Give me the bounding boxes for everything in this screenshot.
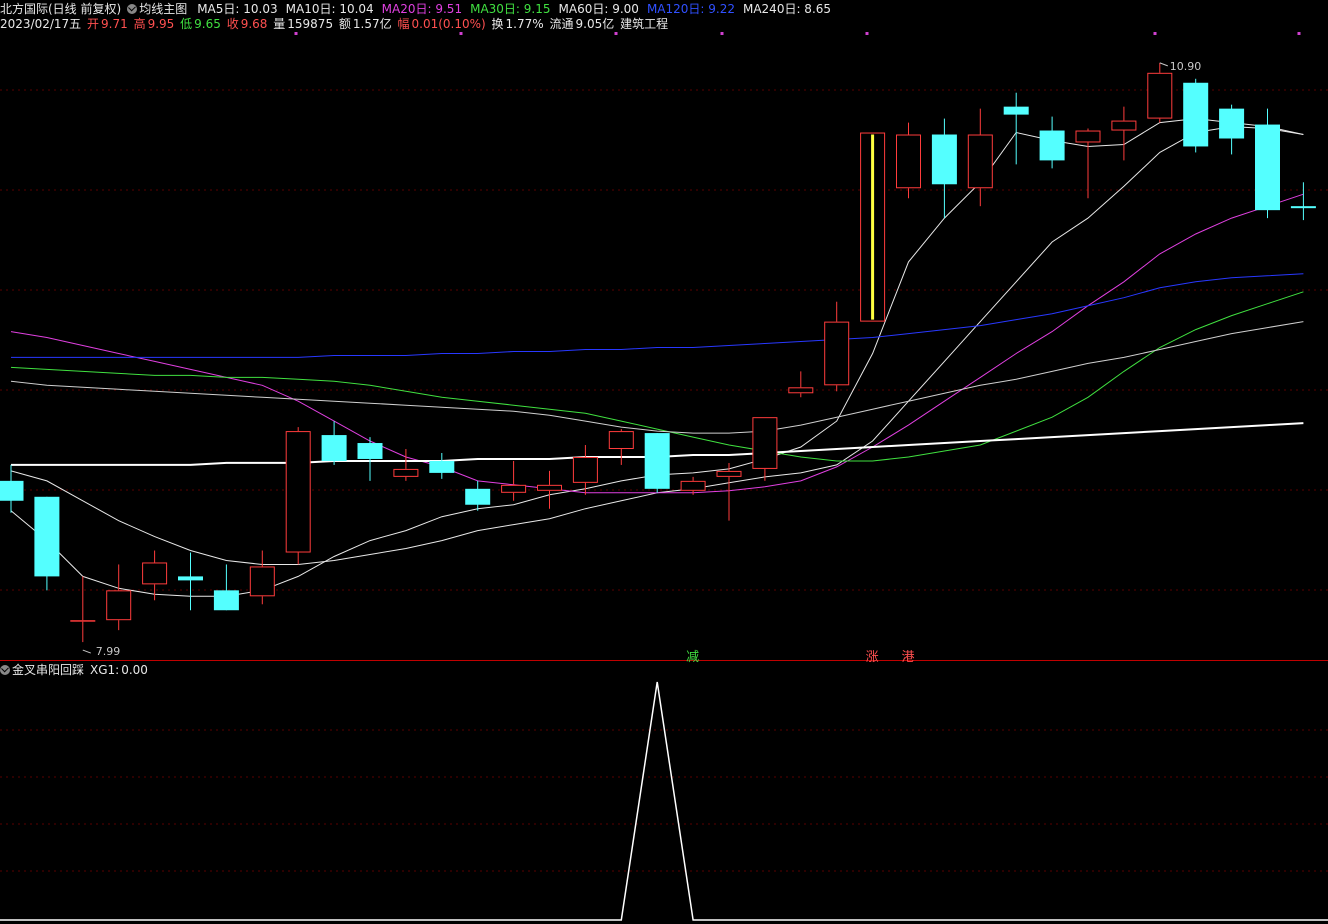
- min-price-label: 7.99: [96, 645, 121, 658]
- candle-body: [357, 443, 383, 459]
- candle-body: [680, 480, 706, 491]
- candle-body: [1147, 72, 1173, 119]
- candle-body: [321, 435, 347, 461]
- ma-line: [11, 273, 1304, 358]
- top-marker: [614, 32, 618, 35]
- candle-body: [1075, 130, 1101, 143]
- candle-body: [1111, 120, 1137, 131]
- candle-body: [788, 387, 814, 394]
- candle-body: [70, 620, 96, 622]
- top-marker: [1153, 32, 1157, 35]
- candle-body: [1255, 124, 1280, 211]
- candle-body: [1039, 130, 1065, 161]
- candle-body: [896, 134, 921, 189]
- max-pointer: [1159, 62, 1168, 67]
- signal-marker: 涨: [865, 650, 879, 665]
- candle-body: [537, 484, 562, 491]
- candle-body: [106, 590, 132, 621]
- candle-body: [0, 480, 24, 501]
- kline-chart-window: { "header": { "stock_title": "北方国际(日线 前复…: [0, 0, 1328, 924]
- candle-body: [501, 484, 527, 493]
- candle-body: [249, 566, 275, 597]
- candle-body: [824, 321, 850, 386]
- candle-body: [285, 431, 311, 553]
- candle-body: [429, 460, 455, 473]
- candle-body: [1183, 82, 1209, 147]
- candle-body: [393, 468, 419, 477]
- ma-line: [10, 321, 1304, 434]
- xg1-line: [0, 681, 1328, 921]
- candle-body: [1219, 108, 1245, 139]
- candle-body: [1290, 206, 1316, 209]
- min-pointer: [82, 649, 91, 654]
- top-marker: [865, 32, 869, 35]
- candle-body: [931, 134, 957, 185]
- top-marker: [459, 32, 463, 35]
- ma-line: [10, 126, 1304, 565]
- candle-body: [1003, 106, 1029, 115]
- candle-body: [465, 488, 491, 505]
- top-marker: [294, 32, 298, 35]
- candle-body: [716, 470, 742, 477]
- candle-body: [752, 417, 778, 469]
- candle-body: [213, 590, 239, 611]
- candle-body: [608, 431, 634, 450]
- max-price-label: 10.90: [1170, 60, 1202, 73]
- candle-body: [142, 562, 168, 585]
- signal-marker: 减: [686, 650, 700, 665]
- top-marker: [1297, 32, 1301, 35]
- signal-marker: 港: [901, 650, 915, 665]
- candle-body: [572, 456, 598, 483]
- top-marker: [720, 32, 724, 35]
- candle-body: [644, 433, 670, 489]
- candle-body: [34, 496, 60, 577]
- candle-body: [178, 576, 203, 581]
- candle-body: [967, 134, 993, 189]
- price-chart[interactable]: 10.90 7.99: [0, 0, 1328, 924]
